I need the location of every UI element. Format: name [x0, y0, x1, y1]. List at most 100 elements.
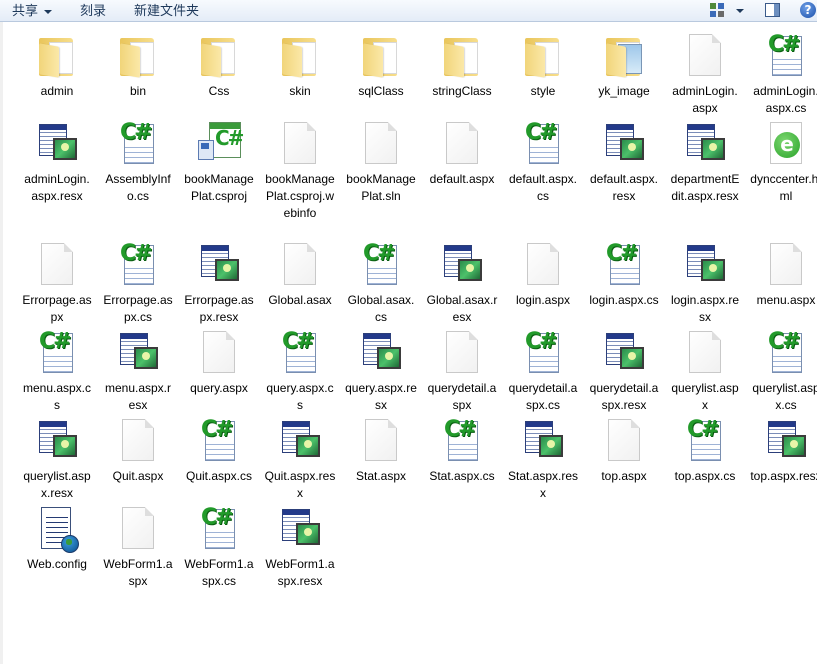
change-view-icon[interactable]	[710, 3, 724, 17]
file-name-label: querydetail.aspx	[427, 381, 497, 412]
file-name-label: admin	[40, 84, 74, 98]
resx-file-icon	[195, 241, 243, 289]
file-item[interactable]: login.aspx	[505, 241, 581, 309]
file-item[interactable]: Errorpage.aspx	[19, 241, 95, 326]
file-item[interactable]: menu.aspx	[748, 241, 817, 309]
file-item[interactable]: departmentEdit.aspx.resx	[667, 120, 743, 205]
folder-item[interactable]: sqlClass	[343, 32, 419, 100]
file-name-label: query.aspx.resx	[345, 381, 417, 412]
file-item[interactable]: C# default.aspx.cs	[505, 120, 581, 205]
resx-file-icon	[276, 505, 324, 553]
file-name-label: departmentEdit.aspx.resx	[670, 172, 740, 203]
file-name-label: querylist.aspx.resx	[23, 469, 91, 500]
file-item[interactable]: C# adminLogin.aspx.cs	[748, 32, 817, 117]
file-item[interactable]: C# Stat.aspx.cs	[424, 417, 500, 485]
file-item[interactable]: Global.asax	[262, 241, 338, 309]
file-item[interactable]: querydetail.aspx	[424, 329, 500, 414]
file-item[interactable]: querylist.aspx	[667, 329, 743, 414]
file-item[interactable]: default.aspx.resx	[586, 120, 662, 205]
share-label: 共享	[12, 3, 39, 18]
file-grid: admin bin Css skin sqlClass stringClass style y…	[0, 22, 817, 664]
csharp-file-icon: C#	[195, 417, 243, 465]
file-item[interactable]: Web.config	[19, 505, 95, 573]
file-item[interactable]: login.aspx.resx	[667, 241, 743, 326]
file-item[interactable]: menu.aspx.resx	[100, 329, 176, 414]
file-item[interactable]: WebForm1.aspx.resx	[262, 505, 338, 590]
file-name-label: adminLogin.aspx	[672, 84, 738, 115]
file-name-label: Quit.aspx.resx	[264, 469, 336, 500]
file-item[interactable]: query.aspx	[181, 329, 257, 397]
file-item[interactable]: C# query.aspx.cs	[262, 329, 338, 414]
help-icon[interactable]: ?	[800, 2, 816, 18]
file-item[interactable]: C# menu.aspx.cs	[19, 329, 95, 414]
file-name-label: WebForm1.aspx.cs	[184, 557, 254, 588]
new-folder-button[interactable]: 新建文件夹	[134, 3, 199, 19]
file-item[interactable]: C# querylist.aspx.cs	[748, 329, 817, 414]
file-item[interactable]: Quit.aspx	[100, 417, 176, 485]
file-item[interactable]: C# login.aspx.cs	[586, 241, 662, 309]
csharp-file-icon: C#	[114, 120, 162, 168]
resx-file-icon	[114, 329, 162, 377]
file-item[interactable]: C# Quit.aspx.cs	[181, 417, 257, 485]
file-item[interactable]: C# AssemblyInfo.cs	[100, 120, 176, 205]
folder-item[interactable]: skin	[262, 32, 338, 100]
file-item[interactable]: Errorpage.aspx.resx	[181, 241, 257, 326]
resx-file-icon	[33, 120, 81, 168]
file-item[interactable]: C# querydetail.aspx.cs	[505, 329, 581, 414]
view-options-chevron-icon[interactable]	[736, 9, 744, 13]
resx-file-icon	[681, 120, 729, 168]
file-name-label: Global.asax	[268, 293, 332, 307]
file-item[interactable]: C# WebForm1.aspx.cs	[181, 505, 257, 590]
file-item[interactable]: adminLogin.aspx.resx	[19, 120, 95, 205]
folder-item[interactable]: style	[505, 32, 581, 100]
folder-icon	[519, 32, 567, 80]
file-name-label: WebForm1.aspx	[103, 557, 173, 588]
file-item[interactable]: C# bookManagePlat.csproj	[181, 120, 257, 205]
file-item[interactable]: C# Global.asax.cs	[343, 241, 419, 326]
file-item[interactable]: bookManagePlat.sln	[343, 120, 419, 205]
blank-file-icon	[600, 417, 648, 465]
csproj-file-icon: C#	[195, 120, 244, 168]
file-item[interactable]: top.aspx.resx	[748, 417, 817, 485]
folder-item[interactable]: yk_image	[586, 32, 662, 100]
file-name-label: top.aspx	[601, 469, 647, 483]
csharp-file-icon: C#	[762, 32, 810, 80]
resx-file-icon	[600, 329, 648, 377]
file-item[interactable]: Stat.aspx	[343, 417, 419, 485]
file-item[interactable]: bookManagePlat.csproj.webinfo	[262, 120, 338, 222]
csharp-file-icon: C#	[114, 241, 162, 289]
blank-file-icon	[357, 120, 405, 168]
file-name-label: Stat.aspx.cs	[429, 469, 495, 483]
file-item[interactable]: Stat.aspx.resx	[505, 417, 581, 502]
burn-button[interactable]: 刻录	[80, 3, 106, 19]
folder-icon	[357, 32, 405, 80]
file-item[interactable]: C# top.aspx.cs	[667, 417, 743, 485]
folder-item[interactable]: admin	[19, 32, 95, 100]
file-item[interactable]: querydetail.aspx.resx	[586, 329, 662, 414]
share-button[interactable]: 共享	[12, 3, 53, 19]
file-name-label: querydetail.aspx.cs	[508, 381, 578, 412]
folder-item[interactable]: Css	[181, 32, 257, 100]
folder-item[interactable]: stringClass	[424, 32, 500, 100]
file-item[interactable]: Global.asax.resx	[424, 241, 500, 326]
file-name-label: stringClass	[432, 84, 492, 98]
file-item[interactable]: Quit.aspx.resx	[262, 417, 338, 502]
file-item[interactable]: e dynccenter.html	[748, 120, 817, 205]
folder-item[interactable]: bin	[100, 32, 176, 100]
file-name-label: querylist.aspx	[671, 381, 739, 412]
file-name-label: adminLogin.aspx.resx	[24, 172, 90, 203]
file-item[interactable]: default.aspx	[424, 120, 500, 188]
file-item[interactable]: top.aspx	[586, 417, 662, 485]
resx-file-icon	[276, 417, 324, 465]
file-item[interactable]: querylist.aspx.resx	[19, 417, 95, 502]
folder-icon	[114, 32, 162, 80]
file-item[interactable]: adminLogin.aspx	[667, 32, 743, 117]
file-item[interactable]: WebForm1.aspx	[100, 505, 176, 590]
preview-pane-icon[interactable]	[765, 3, 780, 17]
file-name-label: querydetail.aspx.resx	[589, 381, 659, 412]
new-folder-label: 新建文件夹	[134, 3, 200, 18]
file-item[interactable]: C# Errorpage.aspx.cs	[100, 241, 176, 326]
resx-file-icon	[357, 329, 405, 377]
csharp-file-icon: C#	[681, 417, 729, 465]
file-item[interactable]: query.aspx.resx	[343, 329, 419, 414]
